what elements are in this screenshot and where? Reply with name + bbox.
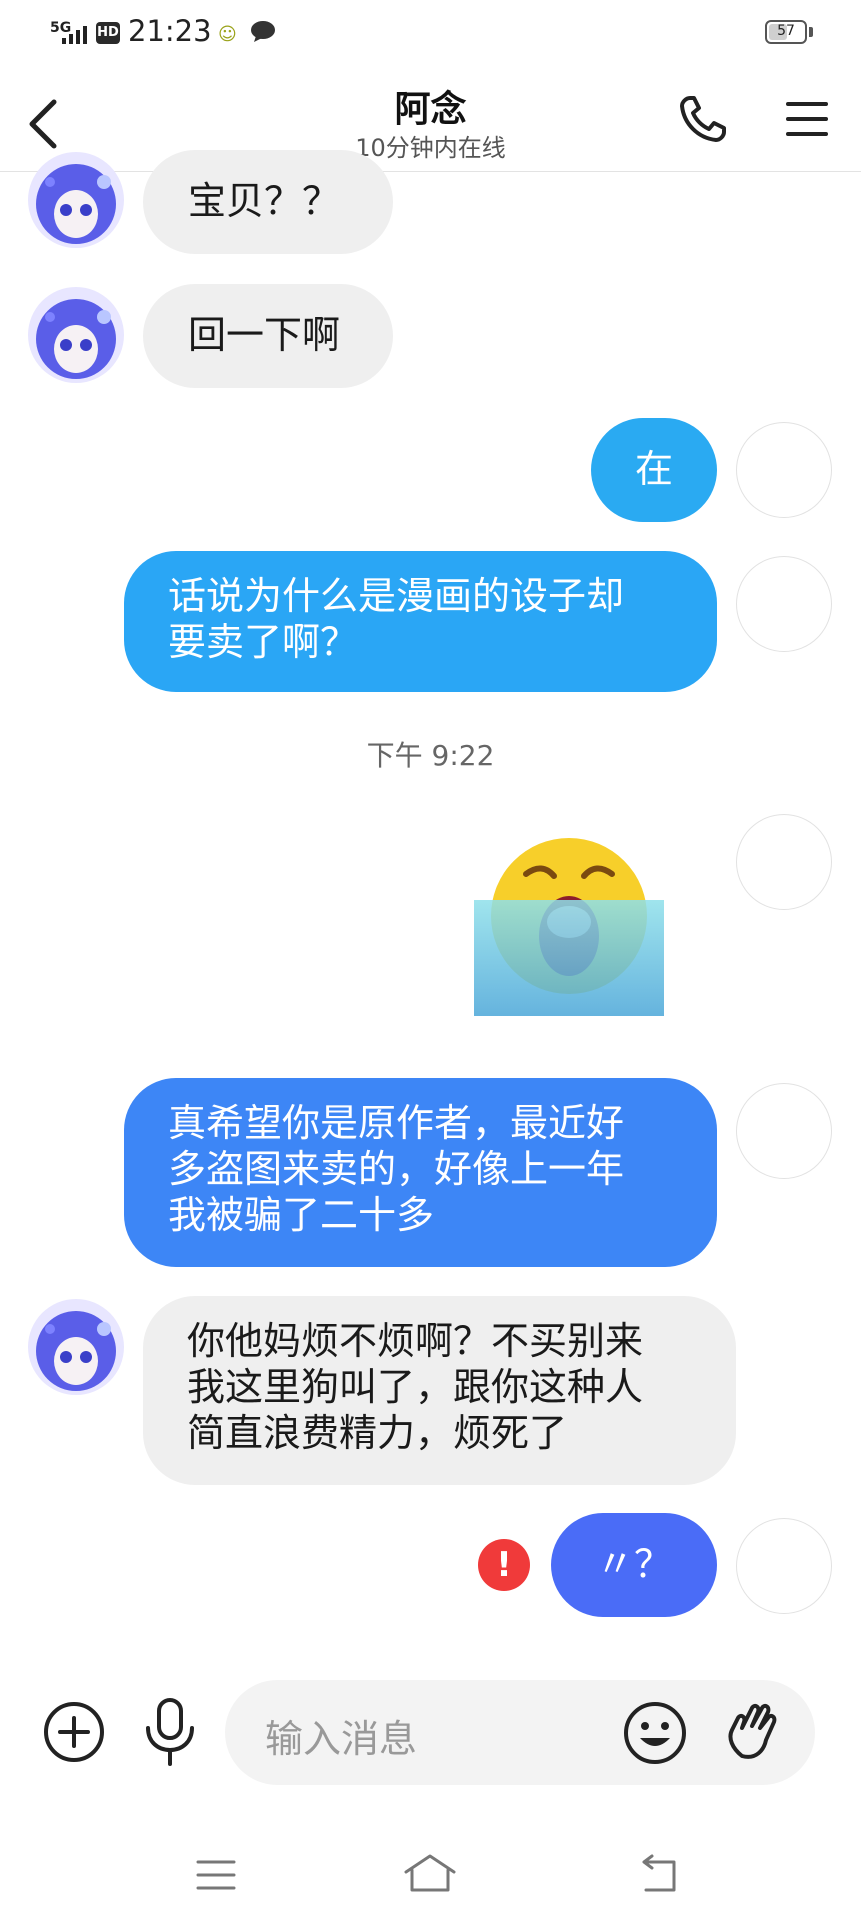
message-text: 〃？ [595,1542,672,1586]
crying-emoji-icon [474,838,664,1016]
system-nav-bar [0,1830,861,1920]
chat-notification-icon [251,21,275,42]
message-bubble-outgoing[interactable]: 话说为什么是漫画的设子却 要卖了啊？ [124,551,717,692]
contact-name[interactable]: 阿念 [0,80,861,132]
contact-avatar[interactable] [28,287,124,383]
message-text: 在 [634,447,673,491]
message-text-line: 你他妈烦不烦啊？不买别来 [187,1319,644,1363]
message-text: 回一下啊 [188,313,341,357]
mic-icon[interactable] [140,1696,200,1768]
self-avatar[interactable] [736,556,832,652]
back-nav-icon[interactable] [634,1854,680,1894]
hand-wave-icon[interactable] [722,1696,788,1766]
phone-icon[interactable] [676,92,730,146]
message-bubble-outgoing[interactable]: 〃？ [551,1513,717,1617]
message-text-line: 简直浪费精力，烦死了 [187,1411,568,1455]
anime-avatar-image [28,287,124,383]
send-failed-icon[interactable]: ! [478,1539,530,1591]
signal-icon [62,26,87,44]
self-avatar[interactable] [736,1083,832,1179]
self-avatar[interactable] [736,422,832,518]
battery-tip [809,27,813,37]
message-text-line: 多盗图来卖的，好像上一年 [168,1147,625,1191]
anime-avatar-image [28,1299,124,1395]
status-bar: 5G HD 21:23 ☺ 57 [0,0,861,66]
message-bubble-outgoing[interactable]: 在 [591,418,717,522]
message-bubble-incoming[interactable]: 宝贝？？ [143,150,393,254]
anime-avatar-image [28,152,124,248]
message-text: 宝贝？？ [188,179,341,223]
emoji-icon[interactable] [622,1700,688,1766]
message-bubble-outgoing[interactable]: 真希望你是原作者，最近好 多盗图来卖的，好像上一年 我被骗了二十多 [124,1078,717,1267]
contact-avatar[interactable] [28,1299,124,1395]
contact-avatar[interactable] [28,152,124,248]
message-bubble-incoming[interactable]: 回一下啊 [143,284,393,388]
hd-badge: HD [96,22,120,44]
battery-level: 57 [777,23,795,39]
message-text-line: 要卖了啊？ [168,620,359,664]
message-text-line: 我被骗了二十多 [168,1193,435,1237]
battery-icon: 57 [765,20,807,44]
status-time: 21:23 [128,14,212,48]
menu-icon[interactable] [782,96,832,142]
home-icon[interactable] [402,1852,458,1894]
message-text-line: 我这里狗叫了，跟你这种人 [187,1365,644,1409]
message-input-placeholder: 输入消息 [265,1717,418,1761]
time-separator: 下午 9:22 [366,739,495,772]
notification-emoji-icon: ☺ [218,24,237,45]
chat-header: 阿念 10分钟内在线 [0,66,861,172]
self-avatar[interactable] [736,1518,832,1614]
self-avatar[interactable] [736,814,832,910]
message-bubble-incoming[interactable]: 你他妈烦不烦啊？不买别来 我这里狗叫了，跟你这种人 简直浪费精力，烦死了 [143,1296,736,1485]
crying-emoji-sticker[interactable] [474,836,664,1016]
message-text-line: 真希望你是原作者，最近好 [168,1101,625,1145]
recent-apps-icon[interactable] [196,1858,236,1892]
message-text-line: 话说为什么是漫画的设子却 [168,574,625,618]
plus-icon[interactable] [42,1700,106,1764]
online-status: 10分钟内在线 [355,134,506,162]
